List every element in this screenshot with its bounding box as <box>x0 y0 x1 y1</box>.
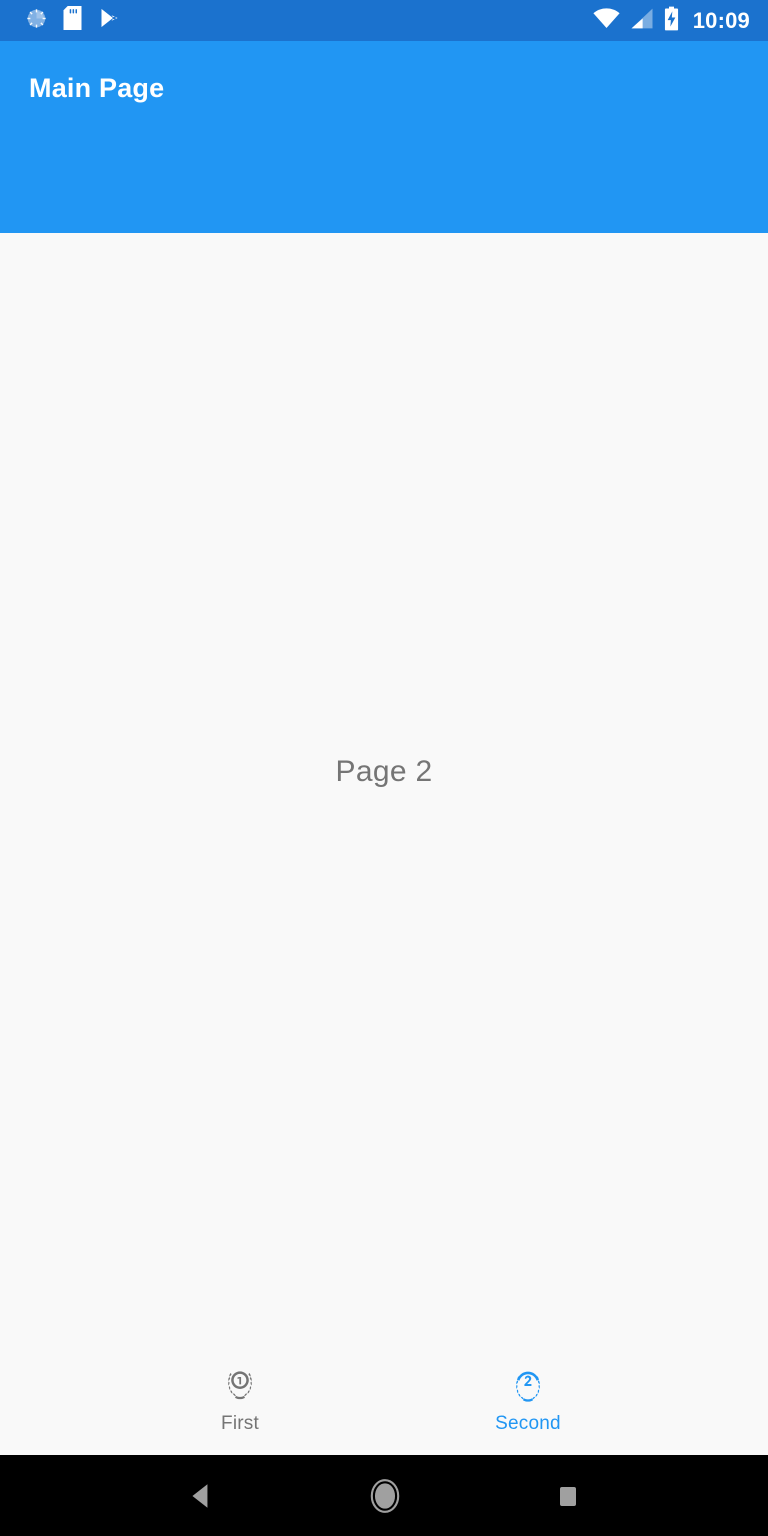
triangle-back-icon <box>192 1483 208 1508</box>
circle-home-icon <box>370 1478 400 1513</box>
page-title: Main Page <box>29 73 165 103</box>
home-button[interactable] <box>369 1477 401 1515</box>
bottom-nav-label-second: Second <box>495 1413 561 1434</box>
recents-button[interactable] <box>556 1482 580 1510</box>
status-bar-clock: 10:09 <box>692 7 750 33</box>
bottom-nav-label-first: First <box>221 1413 259 1434</box>
wreath-one-icon <box>220 1366 260 1406</box>
content-area: Page 2 <box>0 233 768 1354</box>
screen-record-circle-icon <box>26 8 47 34</box>
sd-card-icon <box>63 6 82 35</box>
bottom-nav-item-first[interactable]: First <box>96 1366 384 1435</box>
bottom-nav-item-second[interactable]: Second <box>384 1366 672 1435</box>
page-content-label: Page 2 <box>335 754 433 788</box>
system-navigation-bar <box>0 1455 768 1536</box>
wifi-icon <box>593 7 620 34</box>
status-bar-right-icons: 10:09 <box>593 6 750 36</box>
cellular-signal-icon <box>630 8 654 34</box>
status-bar-left-icons <box>26 6 121 35</box>
play-store-icon <box>98 6 121 35</box>
battery-charging-icon <box>664 6 679 36</box>
back-button[interactable] <box>188 1481 214 1511</box>
wreath-two-icon <box>508 1366 548 1406</box>
status-bar: 10:09 <box>0 0 768 41</box>
bottom-navigation-bar: First Second <box>0 1354 768 1455</box>
square-recents-icon <box>560 1486 577 1506</box>
app-bar: Main Page <box>0 41 768 233</box>
phone-screen: 10:09 Main Page Page 2 First Second <box>0 0 768 1536</box>
